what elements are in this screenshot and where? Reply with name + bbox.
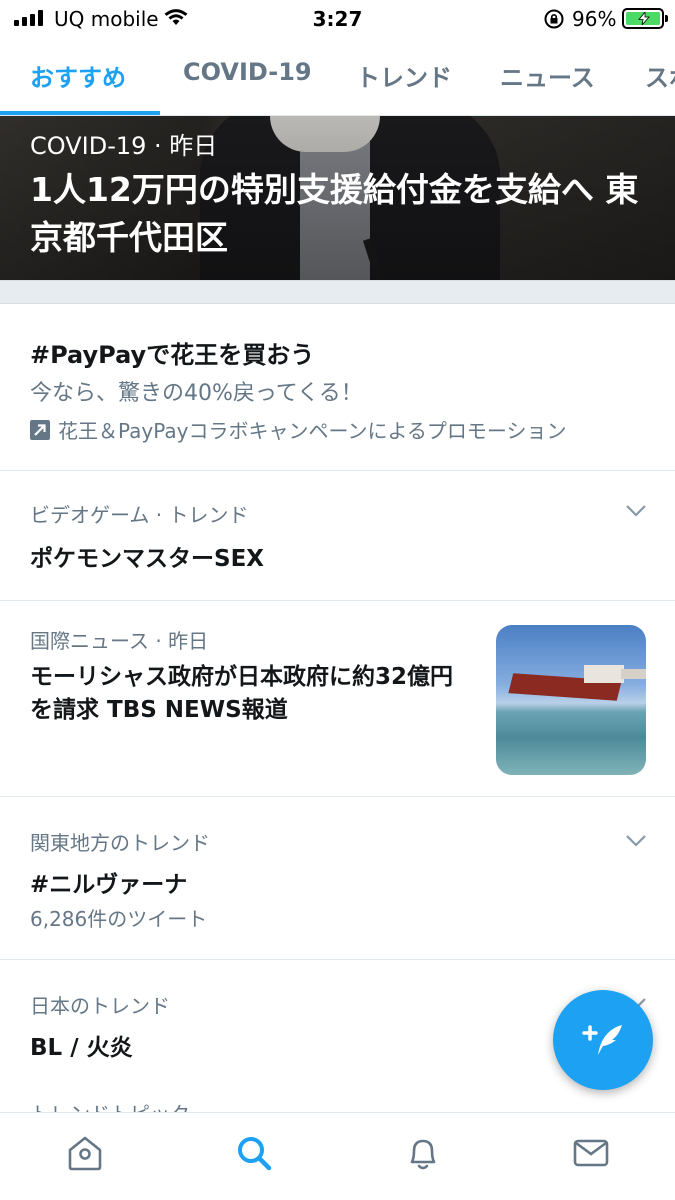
tweet-count: 6,286件のツイート bbox=[30, 907, 208, 931]
compose-tweet-icon bbox=[578, 1013, 628, 1067]
messages-icon bbox=[571, 1133, 611, 1177]
trend-item[interactable]: ビデオゲーム · トレンド ポケモンマスターSEX bbox=[0, 471, 675, 601]
compose-tweet-button[interactable] bbox=[553, 990, 653, 1090]
news-thumbnail bbox=[496, 625, 646, 775]
hero-meta: COVID-19 · 昨日 bbox=[30, 132, 218, 160]
tab-news[interactable]: ニュース bbox=[500, 58, 595, 93]
tab-recommended[interactable]: おすすめ bbox=[30, 58, 126, 93]
trend-title: ポケモンマスターSEX bbox=[30, 546, 265, 572]
trend-title: モーリシャス政府が日本政府に約32億円を請求 TBS NEWS報道 bbox=[30, 664, 454, 723]
nav-home[interactable] bbox=[63, 1133, 107, 1177]
trend-meta: 日本のトレンド bbox=[30, 994, 170, 1018]
explore-tabs: おすすめ COVID-19 トレンド ニュース スポ bbox=[0, 38, 675, 116]
hero-headline: 1人12万円の特別支援給付金を支給へ 東京都千代田区 bbox=[30, 170, 639, 257]
nav-notifications[interactable] bbox=[401, 1133, 445, 1177]
promoted-by: 花王＆PayPayコラボキャンペーンによるプロモーション bbox=[30, 415, 567, 444]
battery-percent: 96% bbox=[572, 7, 617, 31]
trend-meta: ビデオゲーム · トレンド bbox=[30, 503, 249, 527]
tab-covid19[interactable]: COVID-19 bbox=[183, 58, 312, 86]
status-bar: UQ mobile 3:27 96% bbox=[0, 0, 675, 38]
promo-title: #PayPayで花王を買おう bbox=[30, 341, 315, 369]
promoted-by-label: 花王＆PayPayコラボキャンペーンによるプロモーション bbox=[58, 419, 567, 443]
chevron-down-icon[interactable] bbox=[625, 833, 647, 852]
search-icon bbox=[234, 1133, 274, 1177]
hero-story[interactable]: COVID-19 · 昨日 1人12万円の特別支援給付金を支給へ 東京都千代田区 bbox=[0, 116, 675, 280]
trend-title: #ニルヴァーナ bbox=[30, 872, 188, 898]
trend-meta: 関東地方のトレンド bbox=[30, 831, 210, 855]
battery-fill bbox=[626, 12, 660, 25]
promo-description: 今なら、驚きの40%戻ってくる！ bbox=[30, 381, 363, 406]
news-item[interactable]: 国際ニュース · 昨日 モーリシャス政府が日本政府に約32億円を請求 TBS N… bbox=[0, 601, 675, 797]
trend-title: BL / 火炎 bbox=[30, 1035, 133, 1061]
thumbnail-ship-deck bbox=[584, 665, 624, 683]
tab-trends[interactable]: トレンド bbox=[356, 58, 452, 93]
section-divider bbox=[0, 280, 675, 304]
thumbnail-ship-deck-rear bbox=[621, 669, 646, 679]
trend-meta: 国際ニュース · 昨日 bbox=[30, 629, 209, 653]
battery-icon bbox=[622, 8, 668, 29]
promoted-trend[interactable]: #PayPayで花王を買おう 今なら、驚きの40%戻ってくる！ 花王＆PayPa… bbox=[0, 305, 675, 471]
nav-messages[interactable] bbox=[569, 1133, 613, 1177]
notifications-icon bbox=[403, 1133, 443, 1177]
bottom-navigation bbox=[0, 1112, 675, 1200]
active-tab-indicator bbox=[0, 111, 160, 115]
promoted-icon bbox=[30, 419, 50, 440]
home-icon bbox=[65, 1133, 105, 1177]
rotation-lock-icon bbox=[543, 9, 565, 33]
tab-sports[interactable]: スポ bbox=[645, 58, 675, 93]
trend-item[interactable]: 関東地方のトレンド #ニルヴァーナ 6,286件のツイート bbox=[0, 797, 675, 960]
chevron-down-icon[interactable] bbox=[625, 503, 647, 522]
nav-search[interactable] bbox=[232, 1133, 276, 1177]
